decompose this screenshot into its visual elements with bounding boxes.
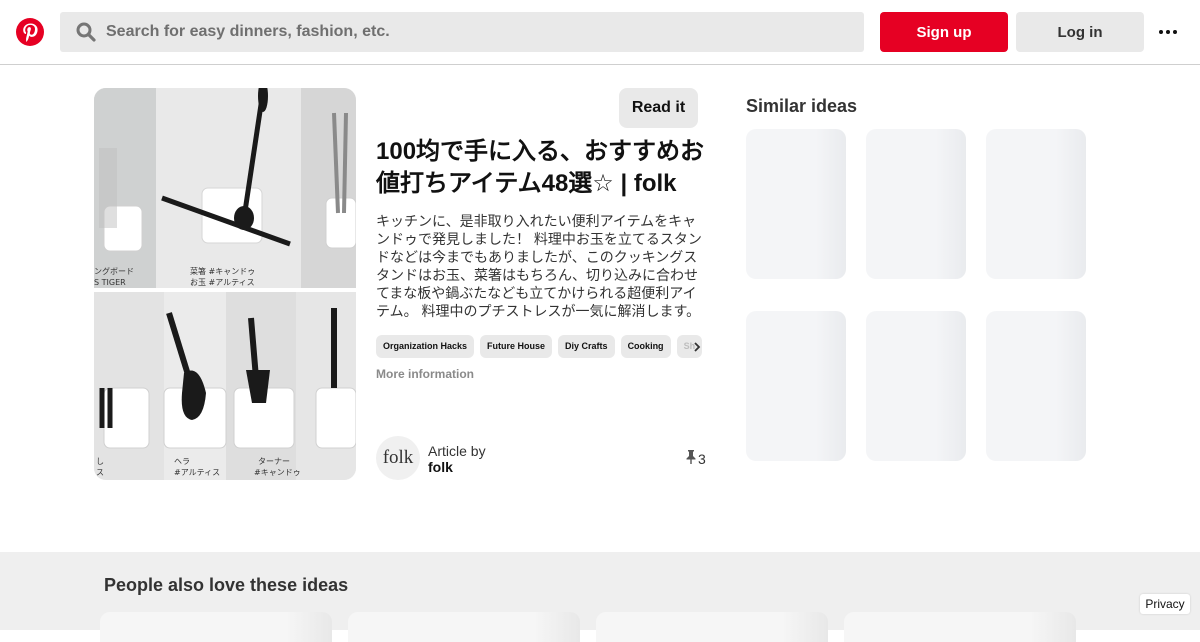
pin-title: 100均で手に入る、おすすめお値打ちアイテム48選☆ | folk (376, 138, 705, 197)
search-icon (76, 22, 96, 42)
more-information-link[interactable]: More information (376, 367, 474, 381)
similar-idea-card[interactable] (866, 311, 966, 461)
tag-organization-hacks[interactable]: Organization Hacks (376, 335, 475, 358)
tag-list: Organization Hacks Future House Diy Craf… (376, 335, 706, 359)
tag-future-house[interactable]: Future House (480, 335, 553, 358)
save-count: 3 (686, 450, 706, 467)
log-in-button[interactable]: Log in (1016, 12, 1144, 52)
save-count-value: 3 (698, 450, 706, 467)
search-bar[interactable] (60, 12, 864, 52)
tag-diy-crafts[interactable]: Diy Crafts (558, 335, 615, 358)
idea-card[interactable] (348, 612, 580, 642)
similar-idea-card[interactable] (746, 129, 846, 279)
chevron-right-icon[interactable] (688, 340, 706, 354)
people-also-love-heading: People also love these ideas (104, 575, 349, 595)
image-label-9: し (96, 457, 104, 466)
image-label-8: #キャンドゥ (254, 468, 301, 477)
image-label-3: 菜箸 #キャンドゥ (190, 266, 255, 276)
idea-card[interactable] (100, 612, 332, 642)
search-input[interactable] (106, 12, 846, 52)
idea-card[interactable] (844, 612, 1076, 642)
author-avatar[interactable]: folk (376, 436, 420, 480)
similar-ideas-heading: Similar ideas (746, 96, 858, 116)
more-horizontal-icon[interactable] (1154, 22, 1182, 42)
pin-description: キッチンに、是非取り入れたい便利アイテムをキャンドゥで発見しました！ 料理中お玉… (376, 213, 702, 319)
people-also-love-section: People also love these ideas (0, 552, 1200, 642)
image-label-5: ヘラ (174, 457, 190, 466)
article-by-label: Article by (428, 443, 486, 459)
author-name[interactable]: folk (428, 459, 453, 475)
privacy-link[interactable]: Privacy (1140, 594, 1190, 614)
image-label-7: ターナー (258, 457, 290, 466)
idea-card[interactable] (596, 612, 828, 642)
image-label-1: ングボード (94, 266, 134, 276)
pinterest-logo-icon[interactable] (16, 18, 44, 46)
image-label-6: #アルティス (174, 468, 220, 477)
pin-icon (686, 450, 696, 467)
top-nav-bar: Sign up Log in (0, 0, 1200, 65)
sign-up-button[interactable]: Sign up (880, 12, 1008, 52)
similar-idea-card[interactable] (986, 311, 1086, 461)
tag-cooking[interactable]: Cooking (620, 335, 671, 358)
similar-idea-card[interactable] (746, 311, 846, 461)
similar-idea-card[interactable] (986, 129, 1086, 279)
image-label-4: お玉 #アルティス (190, 278, 255, 287)
pin-image[interactable]: ングボード S TIGER 菜箸 #キャンドゥ お玉 #アルティス ヘラ #アル… (94, 88, 356, 480)
read-it-button[interactable]: Read it (619, 88, 698, 128)
image-label-10: ス (96, 468, 104, 477)
image-label-2: S TIGER (94, 278, 126, 287)
similar-idea-card[interactable] (866, 129, 966, 279)
